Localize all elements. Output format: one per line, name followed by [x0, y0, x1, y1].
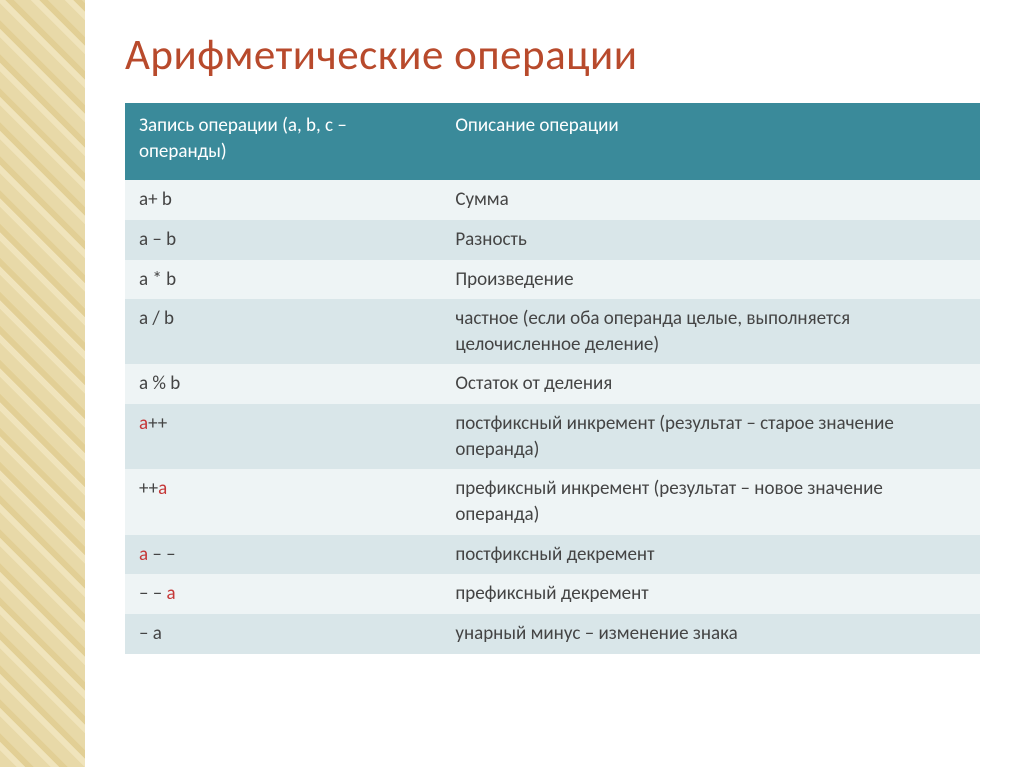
slide-title: Арифметические операции — [125, 28, 980, 81]
table-row: ++a префиксный инкремент (результат – но… — [125, 469, 980, 534]
op-desc: префиксный инкремент (результат – новое … — [441, 469, 980, 534]
table-row: a+ b Сумма — [125, 180, 980, 220]
op-pre: a % b — [139, 372, 180, 395]
table-row: – a унарный минус – изменение знака — [125, 614, 980, 654]
header-col-1: Запись операции (a, b, c – операнды) — [125, 103, 441, 180]
op-a: a — [158, 477, 167, 500]
op-a: a — [139, 412, 148, 435]
op-pre: – a — [139, 622, 162, 645]
op-a: a — [167, 582, 176, 605]
op-pre: a / b — [139, 307, 174, 330]
op-desc: Сумма — [441, 180, 980, 220]
decorative-sidebar — [0, 0, 85, 767]
op-pre: a – b — [139, 228, 176, 251]
table-row: a % b Остаток от деления — [125, 364, 980, 404]
table-row: – – a префиксный декремент — [125, 574, 980, 614]
op-a: a — [139, 543, 148, 566]
op-desc: Разность — [441, 220, 980, 260]
operations-table: Запись операции (a, b, c – операнды) Опи… — [125, 103, 980, 654]
op-desc: постфиксный инкремент (результат – старо… — [441, 404, 980, 469]
op-pre: a+ b — [139, 188, 172, 211]
header-col-2: Описание операции — [441, 103, 980, 180]
table-row: a++ постфиксный инкремент (результат – с… — [125, 404, 980, 469]
table-row: a * b Произведение — [125, 260, 980, 300]
op-pre: a * b — [139, 268, 176, 291]
table-row: a / b частное (если оба операнда целые, … — [125, 299, 980, 364]
op-post: – – — [148, 543, 176, 566]
op-desc: частное (если оба операнда целые, выполн… — [441, 299, 980, 364]
op-desc: Произведение — [441, 260, 980, 300]
op-pre: ++ — [139, 477, 158, 500]
slide-content: Арифметические операции Запись операции … — [85, 0, 1024, 767]
op-desc: постфиксный декремент — [441, 535, 980, 575]
table-row: a – – постфиксный декремент — [125, 535, 980, 575]
table-row: a – b Разность — [125, 220, 980, 260]
op-pre: – – — [139, 582, 167, 605]
op-post: ++ — [148, 412, 167, 435]
op-desc: унарный минус – изменение знака — [441, 614, 980, 654]
op-desc: префиксный декремент — [441, 574, 980, 614]
op-desc: Остаток от деления — [441, 364, 980, 404]
